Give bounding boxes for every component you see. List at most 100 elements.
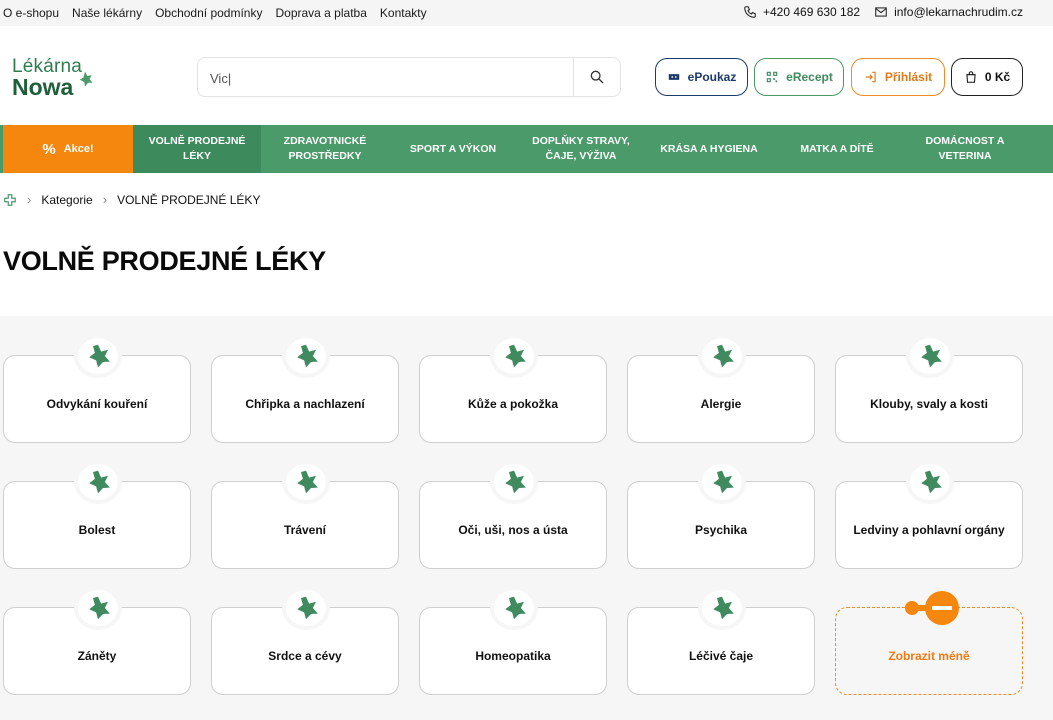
category-label: Záněty xyxy=(77,649,117,663)
leaf-badge xyxy=(78,590,118,626)
qr-code-icon xyxy=(766,71,778,83)
leaf-icon xyxy=(297,344,318,368)
phone-icon xyxy=(744,6,756,18)
category-card[interactable]: Záněty xyxy=(3,590,191,695)
top-link-contacts[interactable]: Kontakty xyxy=(380,6,427,20)
nav-item-akce[interactable]: % Akce! xyxy=(3,125,133,173)
category-label: Trávení xyxy=(283,523,327,537)
cart-button[interactable]: 0 Kč xyxy=(951,58,1023,96)
percent-icon: % xyxy=(42,140,56,158)
leaf-icon xyxy=(297,596,318,620)
leaf-icon xyxy=(89,470,110,494)
leaf-badge xyxy=(494,338,534,374)
category-label: Kůže a pokožka xyxy=(467,397,559,411)
category-grid: Odvykání kouření Chřipka a nachlazení Ků… xyxy=(0,316,1053,720)
category-label: Oči, uši, nos a ústa xyxy=(458,523,568,537)
leaf-icon xyxy=(297,470,318,494)
leaf-badge xyxy=(910,464,950,500)
nav-item-doplnky-stravy[interactable]: DOPLŇKY STRAVY, ČAJE, VÝŽIVA xyxy=(517,125,645,173)
category-card[interactable]: Ledviny a pohlavní orgány xyxy=(835,464,1023,569)
leaf-icon xyxy=(505,596,526,620)
show-less-button[interactable]: Zobrazit méně xyxy=(835,591,1023,695)
nav-item-sport-a-vykon[interactable]: SPORT A VÝKON xyxy=(389,125,517,173)
mail-icon xyxy=(875,7,887,17)
leaf-badge xyxy=(286,464,326,500)
leaf-icon xyxy=(921,470,942,494)
nav-item-krasa-a-hygiena[interactable]: KRÁSA A HYGIENA xyxy=(645,125,773,173)
leaf-icon xyxy=(89,344,110,368)
leaf-badge xyxy=(702,464,742,500)
page-title: VOLNĚ PRODEJNÉ LÉKY xyxy=(3,246,326,276)
home-cross-icon[interactable] xyxy=(3,193,17,207)
category-card[interactable]: Odvykání kouření xyxy=(3,338,191,443)
category-card[interactable]: Léčivé čaje xyxy=(627,590,815,695)
show-less-label: Zobrazit méně xyxy=(888,649,970,663)
category-card[interactable]: Psychika xyxy=(627,464,815,569)
login-icon xyxy=(865,71,876,83)
leaf-badge xyxy=(78,464,118,500)
logo[interactable]: Lékárna Nowa xyxy=(12,56,102,100)
leaf-badge xyxy=(702,590,742,626)
leaf-icon xyxy=(713,596,734,620)
top-link-pharmacies[interactable]: Naše lékárny xyxy=(72,6,142,20)
leaf-icon xyxy=(89,596,110,620)
category-label: Homeopatika xyxy=(475,649,551,663)
category-card[interactable]: Chřipka a nachlazení xyxy=(211,338,399,443)
search-button[interactable] xyxy=(573,58,620,96)
leaf-badge xyxy=(910,338,950,374)
nav-item-volne-prodejne-leky[interactable]: VOLNĚ PRODEJNÉ LÉKY xyxy=(133,125,261,173)
logo-leaf-icon xyxy=(79,71,93,87)
category-label: Chřipka a nachlazení xyxy=(245,397,365,411)
leaf-badge xyxy=(702,338,742,374)
category-label: Srdce a cévy xyxy=(268,649,342,663)
leaf-badge xyxy=(494,590,534,626)
category-card[interactable]: Kůže a pokožka xyxy=(419,338,607,443)
epoukaz-button[interactable]: ePoukaz xyxy=(655,58,748,96)
nav-item-matka-a-dite[interactable]: MATKA A DÍTĚ xyxy=(773,125,901,173)
category-card[interactable]: Srdce a cévy xyxy=(211,590,399,695)
collapse-icon xyxy=(905,591,959,625)
breadcrumb: › Kategorie › VOLNĚ PRODEJNÉ LÉKY xyxy=(3,192,260,207)
category-card[interactable]: Homeopatika xyxy=(419,590,607,695)
erecept-button[interactable]: eRecept xyxy=(754,58,844,96)
login-button[interactable]: Přihlásit xyxy=(851,58,945,96)
email-address: info@lekarnachrudim.cz xyxy=(894,5,1023,19)
contact-info: +420 469 630 182 info@lekarnachrudim.cz xyxy=(735,5,1023,19)
top-link-shipping[interactable]: Doprava a platba xyxy=(275,6,366,20)
category-card[interactable]: Bolest xyxy=(3,464,191,569)
category-label: Alergie xyxy=(700,397,742,411)
top-bar: O e-shopu Naše lékárny Obchodní podmínky… xyxy=(0,0,1053,26)
email-link[interactable]: info@lekarnachrudim.cz xyxy=(874,5,1023,19)
leaf-badge xyxy=(286,338,326,374)
top-link-terms[interactable]: Obchodní podmínky xyxy=(155,6,262,20)
erecept-label: eRecept xyxy=(786,70,833,84)
category-label: Odvykání kouření xyxy=(46,397,148,411)
breadcrumb-separator: › xyxy=(102,192,108,207)
category-card[interactable]: Oči, uši, nos a ústa xyxy=(419,464,607,569)
leaf-badge xyxy=(494,464,534,500)
leaf-badge xyxy=(286,590,326,626)
top-links: O e-shopu Naše lékárny Obchodní podmínky… xyxy=(3,6,427,20)
shopping-bag-icon xyxy=(966,71,976,83)
category-card[interactable]: Alergie xyxy=(627,338,815,443)
category-card[interactable]: Trávení xyxy=(211,464,399,569)
leaf-icon xyxy=(713,470,734,494)
breadcrumb-current: VOLNĚ PRODEJNÉ LÉKY xyxy=(117,192,261,207)
leaf-icon xyxy=(505,470,526,494)
phone-link[interactable]: +420 469 630 182 xyxy=(743,5,860,19)
search-box xyxy=(197,57,621,97)
cart-total: 0 Kč xyxy=(984,70,1011,84)
search-input[interactable] xyxy=(210,68,550,88)
category-card[interactable]: Klouby, svaly a kosti xyxy=(835,338,1023,443)
category-label: Ledviny a pohlavní orgány xyxy=(853,523,1005,537)
leaf-badge xyxy=(78,338,118,374)
category-label: Psychika xyxy=(694,523,748,537)
nav-akce-label: Akce! xyxy=(63,142,94,155)
leaf-icon xyxy=(713,344,734,368)
nav-item-domacnost-a-veterina[interactable]: DOMÁCNOST A VETERINA xyxy=(901,125,1029,173)
leaf-icon xyxy=(505,344,526,368)
breadcrumb-kategorie[interactable]: Kategorie xyxy=(41,193,92,207)
nav-item-zdravotnicke-prostredky[interactable]: ZDRAVOTNICKÉ PROSTŘEDKY xyxy=(261,125,389,173)
category-label: Léčivé čaje xyxy=(688,649,754,663)
top-link-about[interactable]: O e-shopu xyxy=(3,6,59,20)
